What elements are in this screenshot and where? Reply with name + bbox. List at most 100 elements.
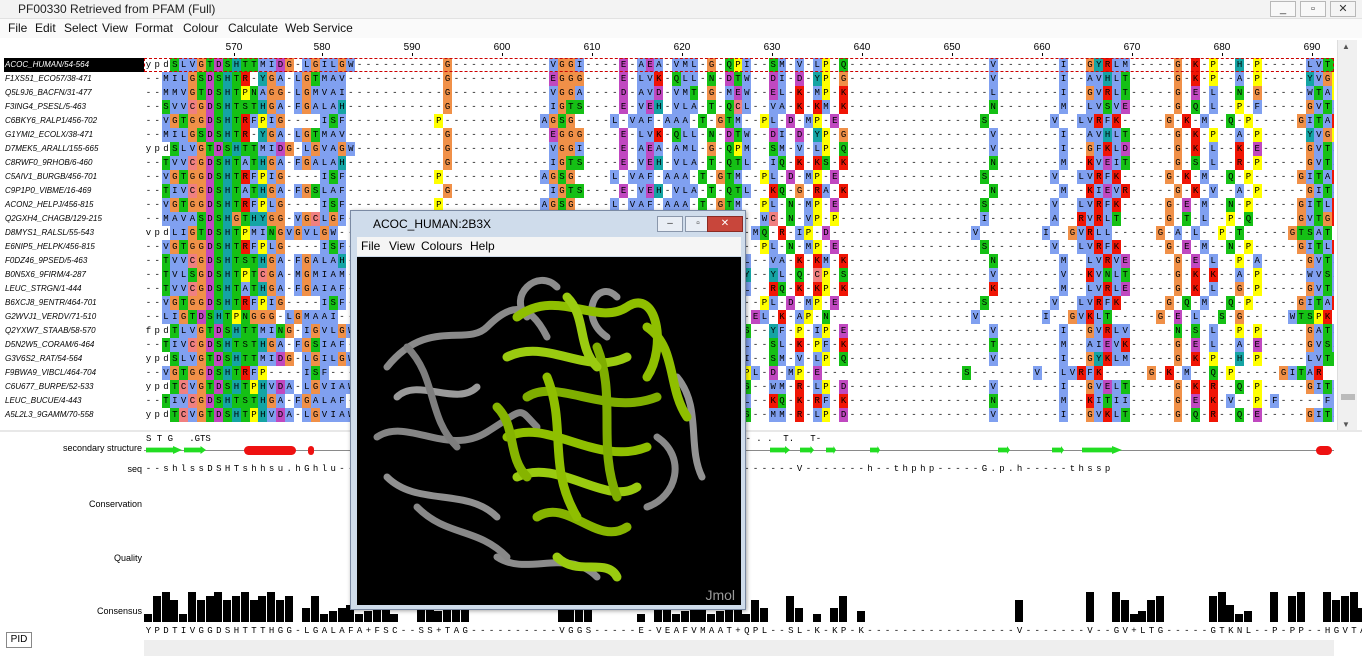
sequence-name[interactable]: G1YMI2_ECOLX/38-471 [4,128,144,142]
horizontal-scrollbar[interactable] [144,640,1334,656]
sequence-name[interactable]: Q5L9J6_BACFN/31-477 [4,86,144,100]
jmol-menu-file[interactable]: File [361,239,380,253]
sequence-name[interactable]: B0N5X6_9FIRM/4-287 [4,268,144,282]
sequence-name[interactable]: C5AIV1_BURGB/456-701 [4,170,144,184]
sequence-row[interactable]: --TVVCGDSHTATHGA-FGALAH-----------G-----… [144,156,1334,170]
residue-cell: L [742,100,752,114]
menu-edit[interactable]: Edit [35,21,56,35]
menu-file[interactable]: File [8,21,27,35]
residue-cell: A [1332,282,1334,296]
sequence-name[interactable]: F0DZ46_9PSED/5-463 [4,254,144,268]
sequence-name[interactable]: G2WVJ1_VERDV/71-510 [4,310,144,324]
sequence-name[interactable]: C6U677_BURPE/52-533 [4,380,144,394]
residue-cell: - [892,380,901,394]
residue-cell: - [1235,366,1244,380]
sequence-name[interactable]: Q2YXW7_STAAB/58-570 [4,324,144,338]
residue-cell: D [214,324,224,338]
residue-cell: - [1165,310,1174,324]
scroll-down-icon[interactable]: ▼ [1342,420,1350,429]
sequence-name[interactable]: ACOC_HUMAN/54-564 [4,58,144,72]
sequence-row[interactable]: --SVVCGDSHTSTHGA-FGALAH-----------G-----… [144,100,1334,114]
consensus-char: P [751,626,760,636]
sequence-row[interactable]: --MILGSDSHTR-YGA-LGTMAV-----------G-----… [144,72,1334,86]
jmol-close-button[interactable]: ✕ [707,216,743,232]
consensus-char: T [250,626,259,636]
residue-cell: I [1305,198,1315,212]
menu-view[interactable]: View [102,21,128,35]
close-button[interactable]: ✕ [1330,1,1356,17]
sequence-name[interactable]: D8MYS1_RALSL/55-543 [4,226,144,240]
residue-cell: G [267,184,276,198]
jmol-structure-viewport[interactable]: Jmol [357,257,741,605]
pid-button[interactable]: PID [6,632,32,648]
residue-cell: - [1006,142,1015,156]
residue-cell: S [980,114,989,128]
consensus-char: G [461,626,470,636]
residue-cell: - [505,86,514,100]
sequence-name[interactable]: F1XS51_ECO57/38-471 [4,72,144,86]
consensus-char: A [452,626,461,636]
sequence-name[interactable]: A5L2L3_9GAMM/70-558 [4,408,144,422]
sequence-name[interactable]: F3ING4_PSESL/5-463 [4,100,144,114]
residue-cell: T [698,114,708,128]
minimize-button[interactable]: _ [1270,1,1296,17]
residue-cell: - [830,394,839,408]
sequence-name[interactable]: B6XCJ8_9ENTR/464-701 [4,296,144,310]
residue-cell: G [170,240,180,254]
vertical-scrollbar[interactable]: ▲ ▼ [1337,40,1357,432]
sequence-row[interactable]: ypdSLVGTDSHTTMIDG-LGVAGW----------G-----… [144,142,1334,156]
residue-cell: - [1191,366,1200,380]
jmol-window[interactable]: ACOC_HUMAN:2B3X – ▫ ✕ File View Colours … [350,210,746,610]
residue-cell: - [144,170,153,184]
menu-select[interactable]: Select [64,21,97,35]
sequence-name[interactable]: D7MEK5_ARALL/155-665 [4,142,144,156]
residue-cell: V [1085,198,1095,212]
scrollbar-thumb[interactable] [1341,394,1355,400]
residue-cell: - [954,128,963,142]
sequence-row[interactable]: --TIVCGDSHTATHGA-FGSLAF-----------G-----… [144,184,1334,198]
menu-colour[interactable]: Colour [183,21,218,35]
menu-calculate[interactable]: Calculate [228,21,278,35]
sequence-row[interactable]: --MILGSDSHTR-YGA-LGTMAV-----------G-----… [144,128,1334,142]
sequence-name[interactable]: Q2GXH4_CHAGB/129-215 [4,212,144,226]
residue-cell: - [716,184,725,198]
sequence-row[interactable]: --VGTGGDSHTRFPIG----ISF----------P------… [144,114,1334,128]
residue-cell: - [496,114,505,128]
maximize-button[interactable]: ▫ [1300,1,1326,17]
consensus-char: L [329,626,338,636]
residue-cell: - [1015,394,1024,408]
sequence-name[interactable]: ACON2_HELPJ/456-815 [4,198,144,212]
seq-annotation-char: h [258,464,267,474]
sequence-name[interactable]: C9P1P0_VIBME/16-469 [4,184,144,198]
sequence-row[interactable]: --VGTGGDSHTRFPIG----ISF----------P------… [144,170,1334,184]
consensus-char: L [302,626,311,636]
residue-cell: - [1138,226,1147,240]
seq-annotation-char: h [1015,464,1024,474]
sequence-row[interactable]: ypdSLVGTDSHTTMIDG-LGILGW----------G-----… [144,58,1334,72]
jmol-minimize-button[interactable]: – [657,216,683,232]
menu-format[interactable]: Format [135,21,173,35]
sequence-name[interactable]: G3V6S2_RAT/54-564 [4,352,144,366]
residue-cell: G [1305,408,1315,422]
residue-cell: - [786,184,795,198]
sequence-row[interactable]: --MMVGTDSHTPNAGG-LGMVAI-----------G-----… [144,86,1334,100]
residue-cell: P [795,324,804,338]
residue-cell: G [258,310,268,324]
residue-cell: - [496,72,505,86]
sequence-name[interactable]: LEUC_BUCUE/4-443 [4,394,144,408]
sequence-name[interactable]: C8RWF0_9RHOB/6-460 [4,156,144,170]
residue-cell: - [505,142,514,156]
consensus-char: + [434,626,443,636]
scroll-up-icon[interactable]: ▲ [1342,42,1350,51]
sequence-name[interactable]: D5N2W5_CORAM/6-464 [4,338,144,352]
sequence-name[interactable]: E6NIP5_HELPK/456-815 [4,240,144,254]
sequence-name[interactable]: LEUC_STRGN/1-444 [4,282,144,296]
residue-cell: - [346,170,355,184]
jmol-menu-view[interactable]: View [389,239,415,253]
jmol-menu-help[interactable]: Help [470,239,495,253]
menu-web-service[interactable]: Web Service [285,21,353,35]
sequence-name[interactable]: C6BKY6_RALP1/456-702 [4,114,144,128]
jmol-menu-colours[interactable]: Colours [421,239,462,253]
residue-cell: A [276,100,285,114]
sequence-name[interactable]: F9BWA9_VIBCL/464-704 [4,366,144,380]
